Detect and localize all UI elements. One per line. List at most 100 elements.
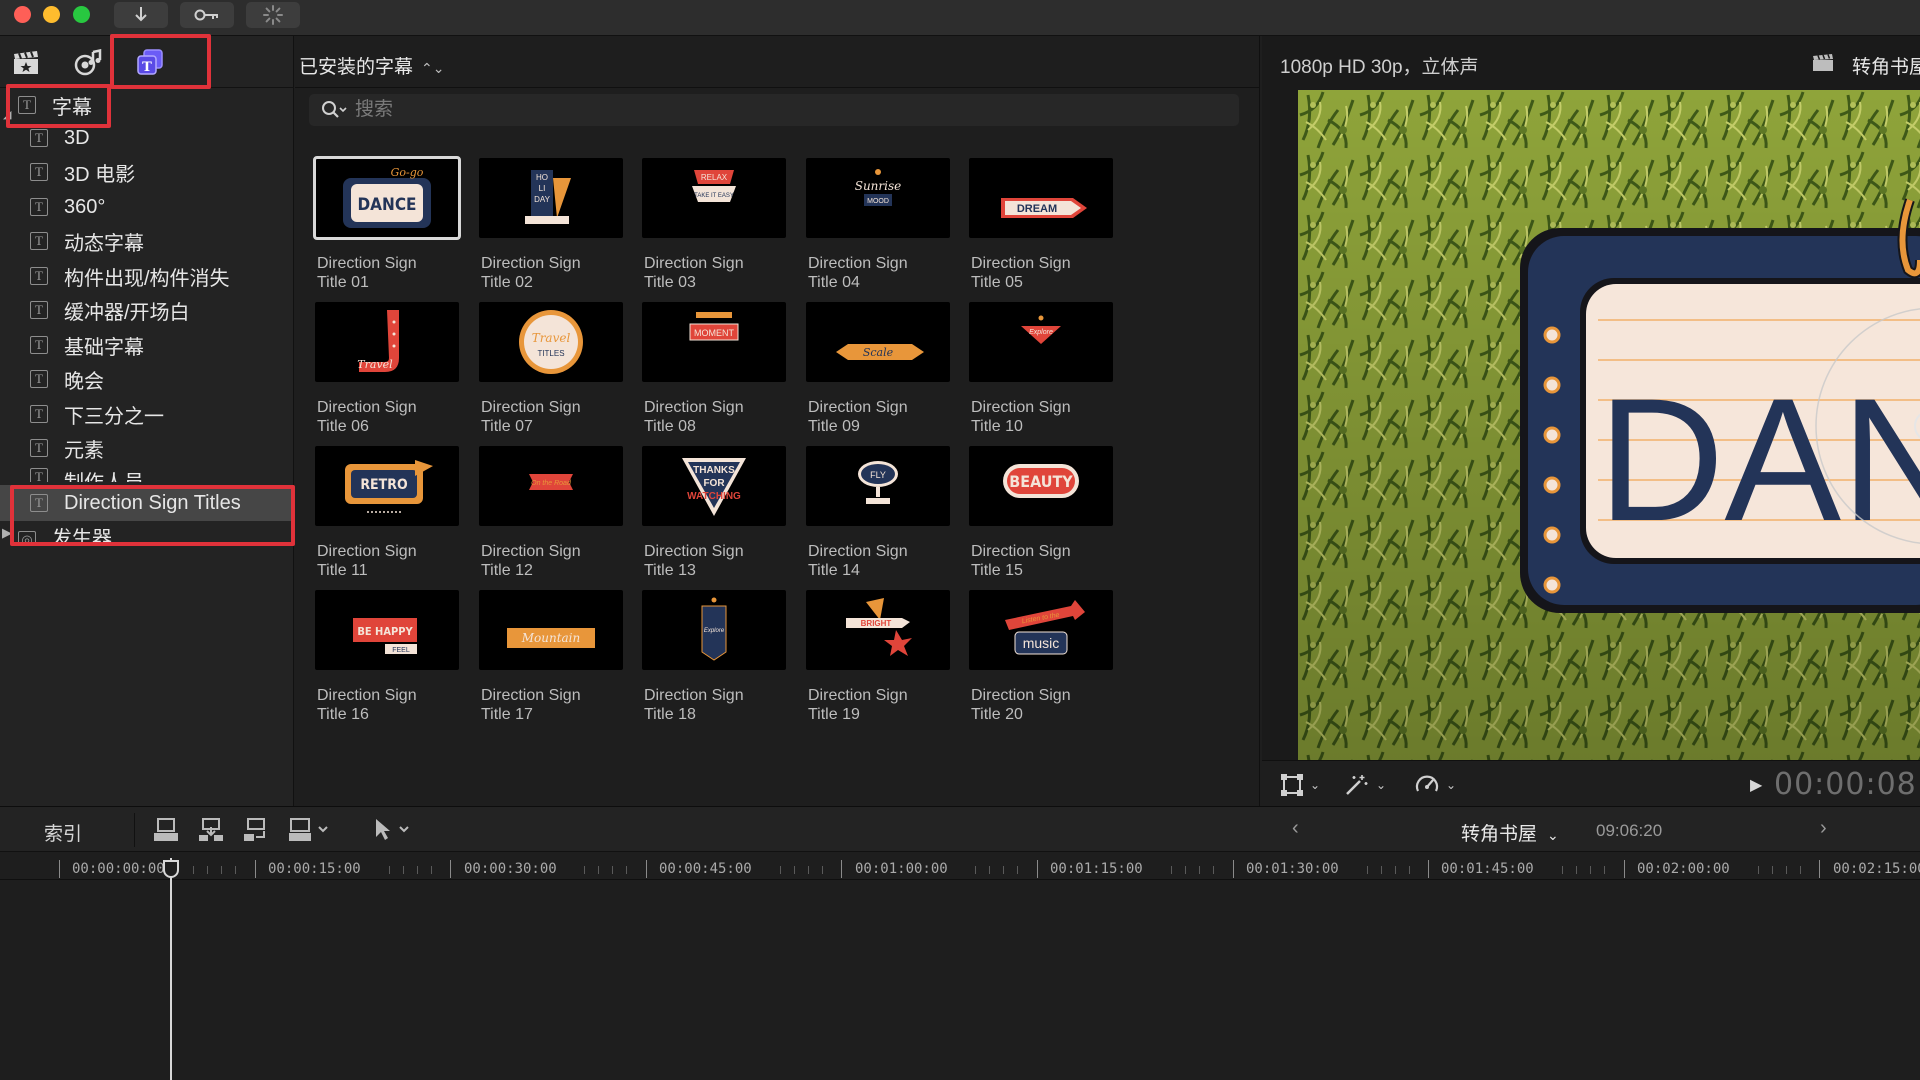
title-tile-01[interactable]: DANCE Go-go Direction Sign Title 01 — [313, 156, 461, 298]
viewer-canvas[interactable]: DAN — [1298, 90, 1920, 760]
close-window-button[interactable] — [14, 6, 31, 23]
tree-item-basic[interactable]: T 基础字幕 — [0, 330, 294, 360]
append-clip-icon[interactable] — [242, 817, 270, 843]
title-thumbnail: Scale — [806, 302, 950, 382]
insert-clip-icon[interactable] — [197, 817, 225, 843]
tree-item-direction-sign-titles[interactable]: T Direction Sign Titles — [0, 485, 294, 521]
viewer-header: 1080p HD 30p，立体声 转角书屋 — [1262, 36, 1920, 88]
tree-item-360[interactable]: T 360° — [0, 192, 294, 222]
ruler-minor-tick — [416, 866, 418, 874]
connect-clip-icon[interactable] — [152, 817, 180, 843]
title-tile-15[interactable]: BEAUTY Direction Sign Title 15 — [969, 446, 1113, 586]
disclosure-closed-icon[interactable]: ▶ — [2, 525, 12, 541]
title-tile-03[interactable]: RELAX TAKE IT EASY Direction Sign Title 0… — [642, 158, 786, 298]
title-label-line2: Title 03 — [644, 274, 696, 291]
tree-item-lower-thirds[interactable]: T 下三分之一 — [0, 399, 294, 429]
title-tile-11[interactable]: RETRO Direction Sign Title 11 — [315, 446, 459, 586]
tree-item-generators[interactable]: ▶ ◎ 发生器 — [0, 525, 294, 545]
title-tile-05[interactable]: DREAM Direction Sign Title 05 — [969, 158, 1113, 298]
title-label: Direction Sign Title 04 — [808, 254, 958, 292]
ruler-major-tick — [1037, 860, 1038, 878]
timeline-forward-button[interactable]: › — [1820, 817, 1827, 840]
chevron-down-icon: ⌄ — [1310, 778, 1321, 792]
title-thumbnail: RETRO — [315, 446, 459, 526]
playhead[interactable] — [170, 858, 172, 1080]
title-thumbnail: Travel — [315, 302, 459, 382]
photos-videos-tab[interactable] — [10, 48, 42, 78]
title-label-line1: Direction Sign — [481, 543, 581, 560]
overwrite-clip-icon[interactable] — [287, 817, 331, 843]
transform-icon — [1281, 774, 1303, 796]
title-category-icon: T — [30, 468, 48, 482]
audio-tab[interactable] — [72, 48, 104, 78]
index-button[interactable]: 索引 — [44, 819, 82, 846]
browser-title-popup[interactable]: 已安装的字幕 ⌃⌄ — [299, 52, 444, 79]
title-category-icon: T — [18, 96, 36, 114]
search-input[interactable] — [355, 99, 955, 121]
title-tile-06[interactable]: Travel Direction Sign Title 06 — [315, 302, 459, 442]
title-tile-12[interactable]: On the Road Direction Sign Title 12 — [479, 446, 623, 586]
timeline[interactable]: 00:00:00:00 00:00:15:00 00:00:30:00 00:0… — [0, 852, 1920, 1080]
tree-item-animated[interactable]: T 动态字幕 — [0, 226, 294, 256]
title-tile-19[interactable]: BRIGHT Direction Sign Title 19 — [806, 590, 950, 730]
ruler-minor-tick — [612, 866, 614, 874]
timeline-ruler[interactable]: 00:00:00:00 00:00:15:00 00:00:30:00 00:0… — [0, 852, 1920, 880]
title-tile-13[interactable]: THANKS FOR WATCHING Direction Sign Title … — [642, 446, 786, 586]
title-label-line1: Direction Sign — [481, 399, 581, 416]
title-label: Direction Sign Title 07 — [481, 398, 631, 436]
updown-chevron-icon: ⌃⌄ — [421, 60, 445, 76]
title-label-line2: Title 18 — [644, 706, 696, 723]
title-label-line2: Title 06 — [317, 418, 369, 435]
disclosure-open-icon[interactable]: ◢ — [3, 108, 11, 121]
title-label: Direction Sign Title 10 — [971, 398, 1121, 436]
title-label-line1: Direction Sign — [644, 687, 744, 704]
tree-item-bumper-opener[interactable]: T 缓冲器/开场白 — [0, 295, 294, 325]
title-tile-08[interactable]: MOMENT Direction Sign Title 08 — [642, 302, 786, 442]
timeline-back-button[interactable]: ‹ — [1292, 817, 1299, 840]
ruler-minor-tick — [1394, 866, 1396, 874]
tree-item-elements[interactable]: T 元素 — [0, 433, 294, 463]
tree-item-credits[interactable]: T 制作人员 — [0, 464, 294, 482]
zoom-window-button[interactable] — [73, 6, 90, 23]
viewer-controls: ⌄ ⌄ ⌄ ▶ 00:00:08:2 — [1262, 760, 1920, 806]
timeline-project-name[interactable]: 转角书屋 ⌄ — [1461, 819, 1559, 846]
keywords-button[interactable] — [180, 2, 234, 28]
tree-item-3d[interactable]: T 3D — [0, 123, 294, 153]
title-tile-20[interactable]: Listen to the music Direction Sign Title … — [969, 590, 1113, 730]
import-button[interactable] — [114, 2, 168, 28]
title-tile-17[interactable]: Mountain Direction Sign Title 17 — [479, 590, 623, 730]
title-tile-04[interactable]: Sunrise MOOD Direction Sign Title 04 — [806, 158, 950, 298]
title-thumbnail: RELAX TAKE IT EASY — [642, 158, 786, 238]
playhead-handle[interactable] — [163, 860, 179, 878]
viewer-project-name[interactable]: 转角书屋 — [1852, 52, 1920, 79]
tree-item-3d-movie[interactable]: T 3D 电影 — [0, 157, 294, 187]
title-tile-14[interactable]: FLY Direction Sign Title 14 — [806, 446, 950, 586]
title-tile-10[interactable]: Explore Direction Sign Title 10 — [969, 302, 1113, 442]
enhance-popup[interactable]: ⌄ — [1344, 773, 1386, 797]
background-tasks-button[interactable] — [246, 2, 300, 28]
transform-popup[interactable]: ⌄ — [1280, 773, 1320, 797]
title-thumbnail: THANKS FOR WATCHING — [642, 446, 786, 526]
minimize-window-button[interactable] — [43, 6, 60, 23]
svg-text:Explore: Explore — [704, 628, 725, 634]
search-icon[interactable] — [321, 100, 347, 120]
title-label: Direction Sign Title 05 — [971, 254, 1121, 292]
title-tile-09[interactable]: Scale Direction Sign Title 09 — [806, 302, 950, 442]
tree-item-root[interactable]: ◢ T 字幕 — [0, 90, 294, 121]
title-tile-07[interactable]: Travel TITLES Direction Sign Title 07 — [479, 302, 623, 442]
retime-popup[interactable]: ⌄ — [1414, 773, 1456, 797]
svg-text:FOR: FOR — [703, 478, 725, 489]
titles-generators-tab[interactable]: T — [134, 48, 166, 78]
title-tile-16[interactable]: BE HAPPY FEEL Direction Sign Title 16 — [315, 590, 459, 730]
ruler-minor-tick — [430, 866, 432, 874]
title-tile-02[interactable]: HO LI DAY Direction Sign Title 02 — [479, 158, 623, 298]
select-tool-icon[interactable] — [372, 817, 412, 843]
tree-item-party[interactable]: T 晚会 — [0, 364, 294, 394]
tree-item-build-in-out[interactable]: T 构件出现/构件消失 — [0, 261, 294, 291]
title-tile-18[interactable]: Explore Direction Sign Title 18 — [642, 590, 786, 730]
play-button[interactable]: ▶ — [1750, 775, 1762, 795]
ruler-minor-tick — [1199, 866, 1200, 874]
title-label-line2: Title 19 — [808, 706, 860, 723]
ruler-label: 00:01:30:00 — [1246, 861, 1339, 877]
title-category-icon: T — [30, 198, 48, 216]
